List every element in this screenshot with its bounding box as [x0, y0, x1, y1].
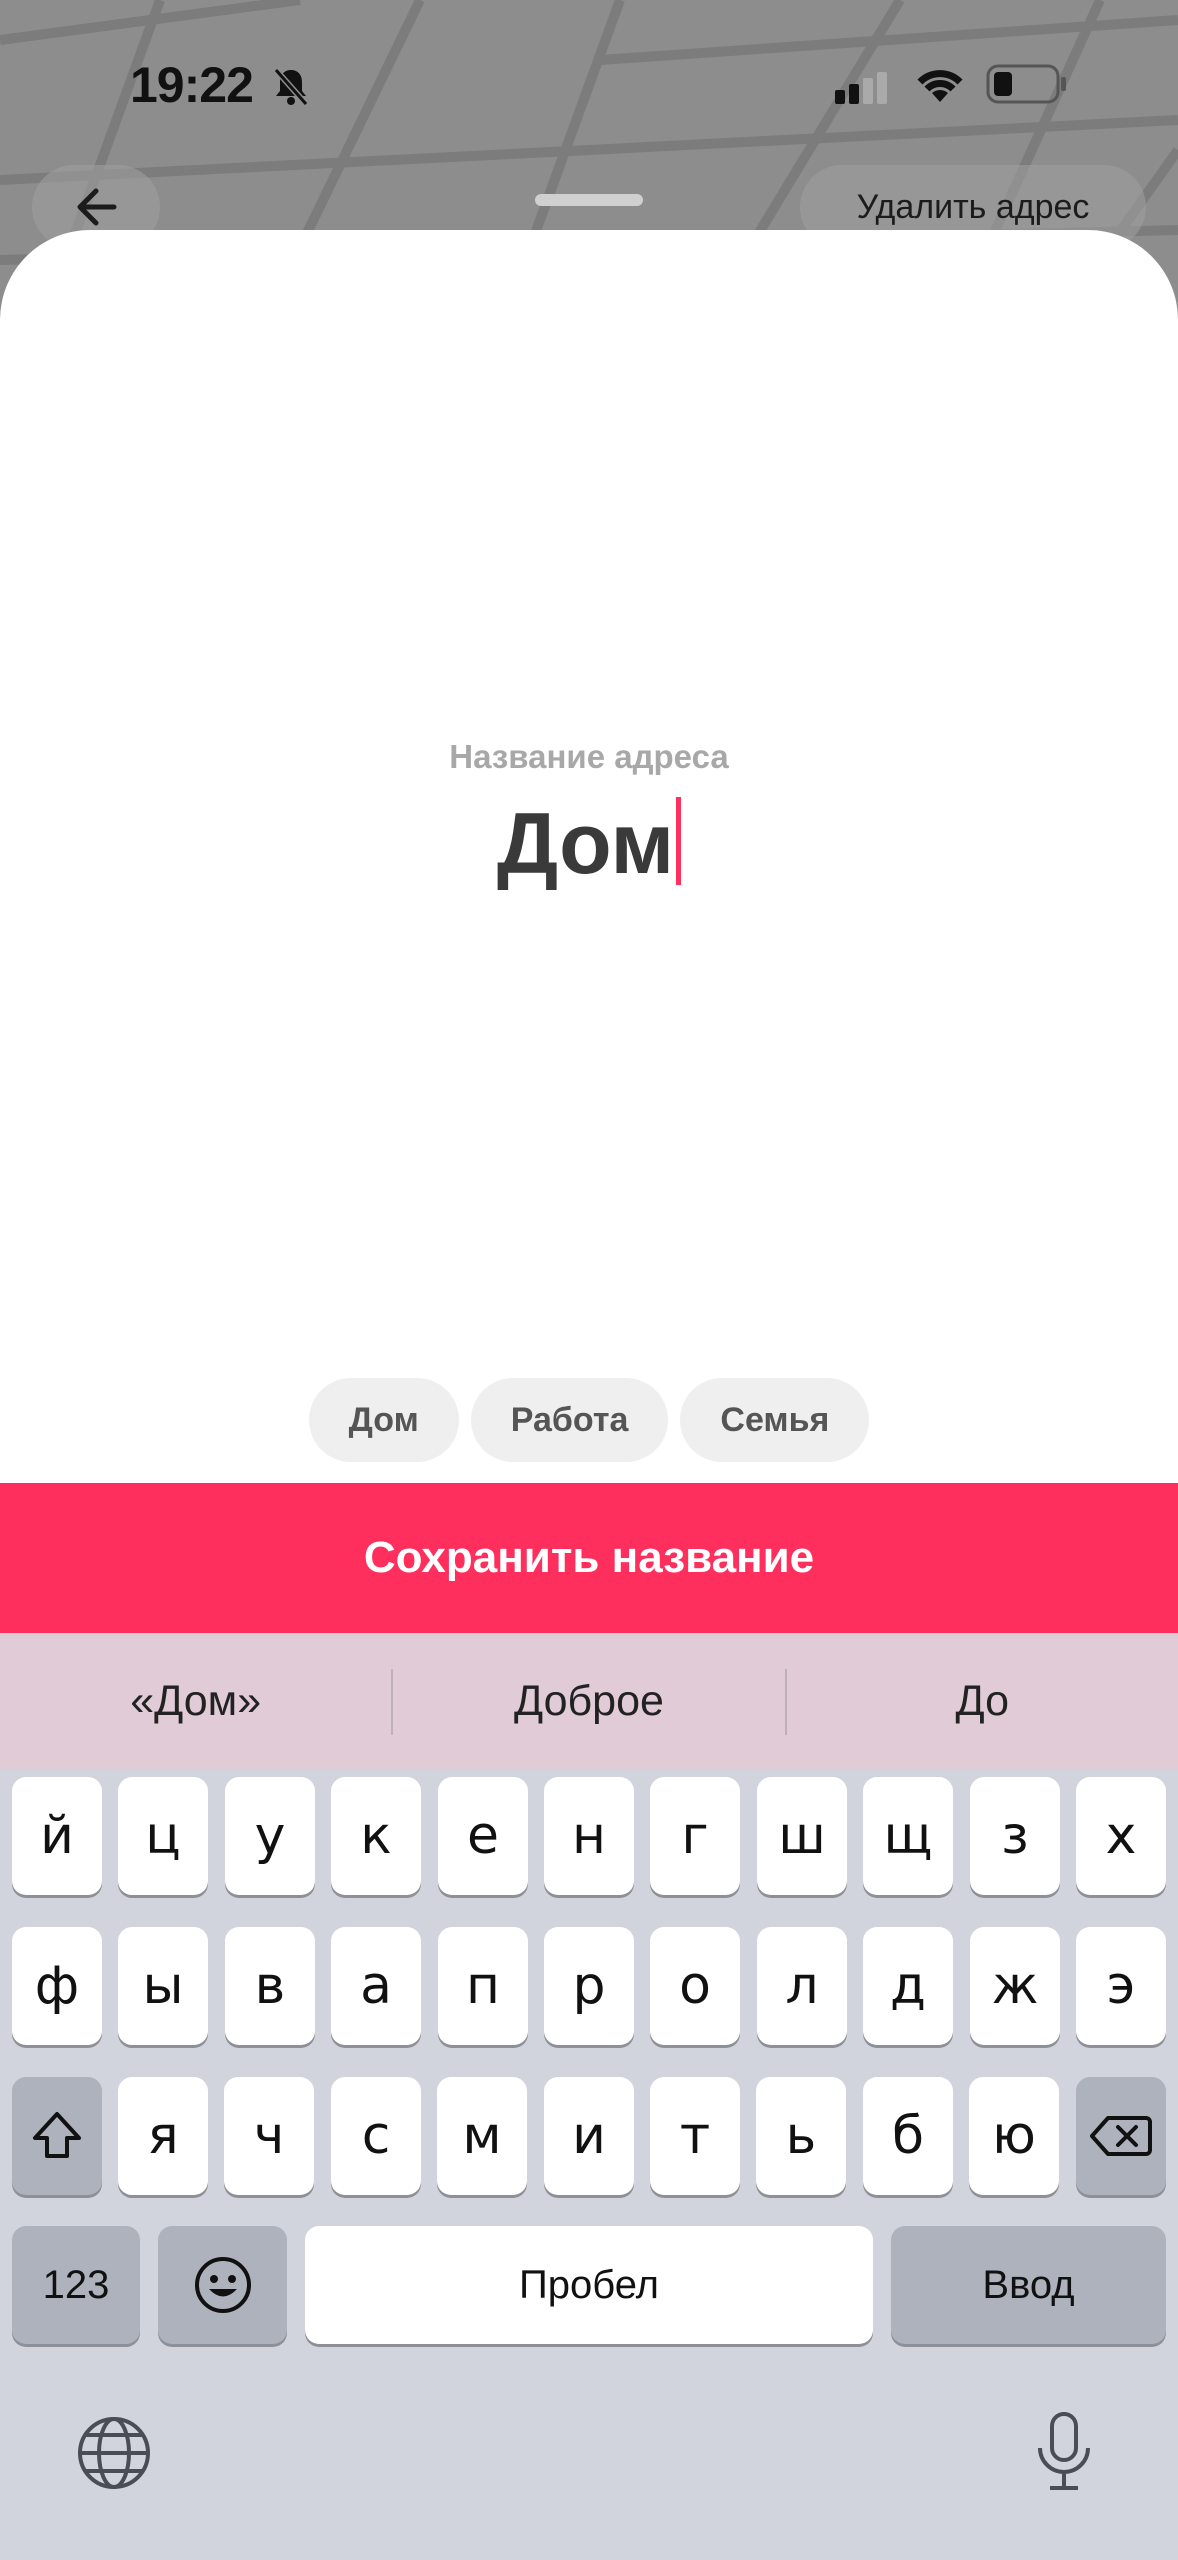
- key-letter[interactable]: з: [970, 1777, 1060, 1895]
- shift-icon: [33, 2112, 81, 2158]
- key-letter[interactable]: о: [650, 1927, 740, 2045]
- suggestion-1[interactable]: «Дом»: [0, 1677, 391, 1726]
- chip-home[interactable]: Дом: [308, 1378, 459, 1462]
- key-letter[interactable]: ь: [756, 2077, 846, 2195]
- globe-icon[interactable]: [74, 2413, 154, 2498]
- microphone-icon[interactable]: [1034, 2410, 1094, 2499]
- key-letter[interactable]: р: [544, 1927, 634, 2045]
- chip-work[interactable]: Работа: [470, 1378, 669, 1462]
- status-bar: 19:22: [0, 0, 1178, 170]
- key-letter[interactable]: ч: [224, 2077, 314, 2195]
- key-letter[interactable]: и: [544, 2077, 634, 2195]
- shift-key[interactable]: [12, 2077, 102, 2195]
- address-name-value: Дом: [496, 796, 675, 892]
- key-letter[interactable]: э: [1076, 1927, 1166, 2045]
- name-suggestion-chips: Дом Работа Семья: [0, 1378, 1178, 1462]
- key-letter[interactable]: у: [225, 1777, 315, 1895]
- key-letter[interactable]: н: [544, 1777, 634, 1895]
- status-time: 19:22: [130, 57, 254, 113]
- key-letter[interactable]: л: [757, 1927, 847, 2045]
- key-letter[interactable]: в: [225, 1927, 315, 2045]
- key-letter[interactable]: м: [437, 2077, 527, 2195]
- battery-icon: [986, 64, 1068, 109]
- space-key[interactable]: Пробел: [305, 2226, 873, 2344]
- key-letter[interactable]: ж: [970, 1927, 1060, 2045]
- key-letter[interactable]: ц: [118, 1777, 208, 1895]
- text-caret: [676, 797, 682, 885]
- cellular-signal-icon: [835, 70, 895, 111]
- bell-muted-icon: [272, 66, 310, 111]
- chip-family[interactable]: Семья: [680, 1378, 870, 1462]
- key-letter[interactable]: е: [438, 1777, 528, 1895]
- key-letter[interactable]: т: [650, 2077, 740, 2195]
- key-letter[interactable]: ф: [12, 1927, 102, 2045]
- key-letter[interactable]: д: [863, 1927, 953, 2045]
- key-letter[interactable]: а: [331, 1927, 421, 2045]
- address-name-label: Название адреса: [449, 738, 729, 775]
- key-letter[interactable]: г: [650, 1777, 740, 1895]
- suggestion-2[interactable]: Доброе: [393, 1677, 784, 1726]
- address-name-input[interactable]: Дом: [0, 795, 1178, 894]
- key-letter[interactable]: с: [331, 2077, 421, 2195]
- arrow-left-icon: [77, 188, 117, 226]
- wifi-icon: [912, 62, 968, 111]
- numbers-key[interactable]: 123: [12, 2226, 140, 2344]
- key-letter[interactable]: к: [331, 1777, 421, 1895]
- backspace-key[interactable]: [1076, 2077, 1166, 2195]
- return-key[interactable]: Ввод: [891, 2226, 1166, 2344]
- backspace-icon: [1090, 2116, 1152, 2156]
- key-letter[interactable]: й: [12, 1777, 102, 1895]
- key-letter[interactable]: я: [118, 2077, 208, 2195]
- key-letter[interactable]: ы: [118, 1927, 208, 2045]
- suggestion-3[interactable]: До: [787, 1677, 1178, 1726]
- emoji-icon: [194, 2257, 251, 2313]
- save-name-button[interactable]: Сохранить название: [0, 1483, 1178, 1633]
- key-letter[interactable]: б: [863, 2077, 953, 2195]
- sheet-handle[interactable]: [535, 194, 643, 206]
- keyboard-suggestion-bar: «Дом» Доброе До: [0, 1633, 1178, 1770]
- key-letter[interactable]: ш: [757, 1777, 847, 1895]
- key-letter[interactable]: щ: [863, 1777, 953, 1895]
- key-letter[interactable]: п: [438, 1927, 528, 2045]
- key-letter[interactable]: ю: [969, 2077, 1059, 2195]
- key-letter[interactable]: х: [1076, 1777, 1166, 1895]
- emoji-key[interactable]: [158, 2226, 287, 2344]
